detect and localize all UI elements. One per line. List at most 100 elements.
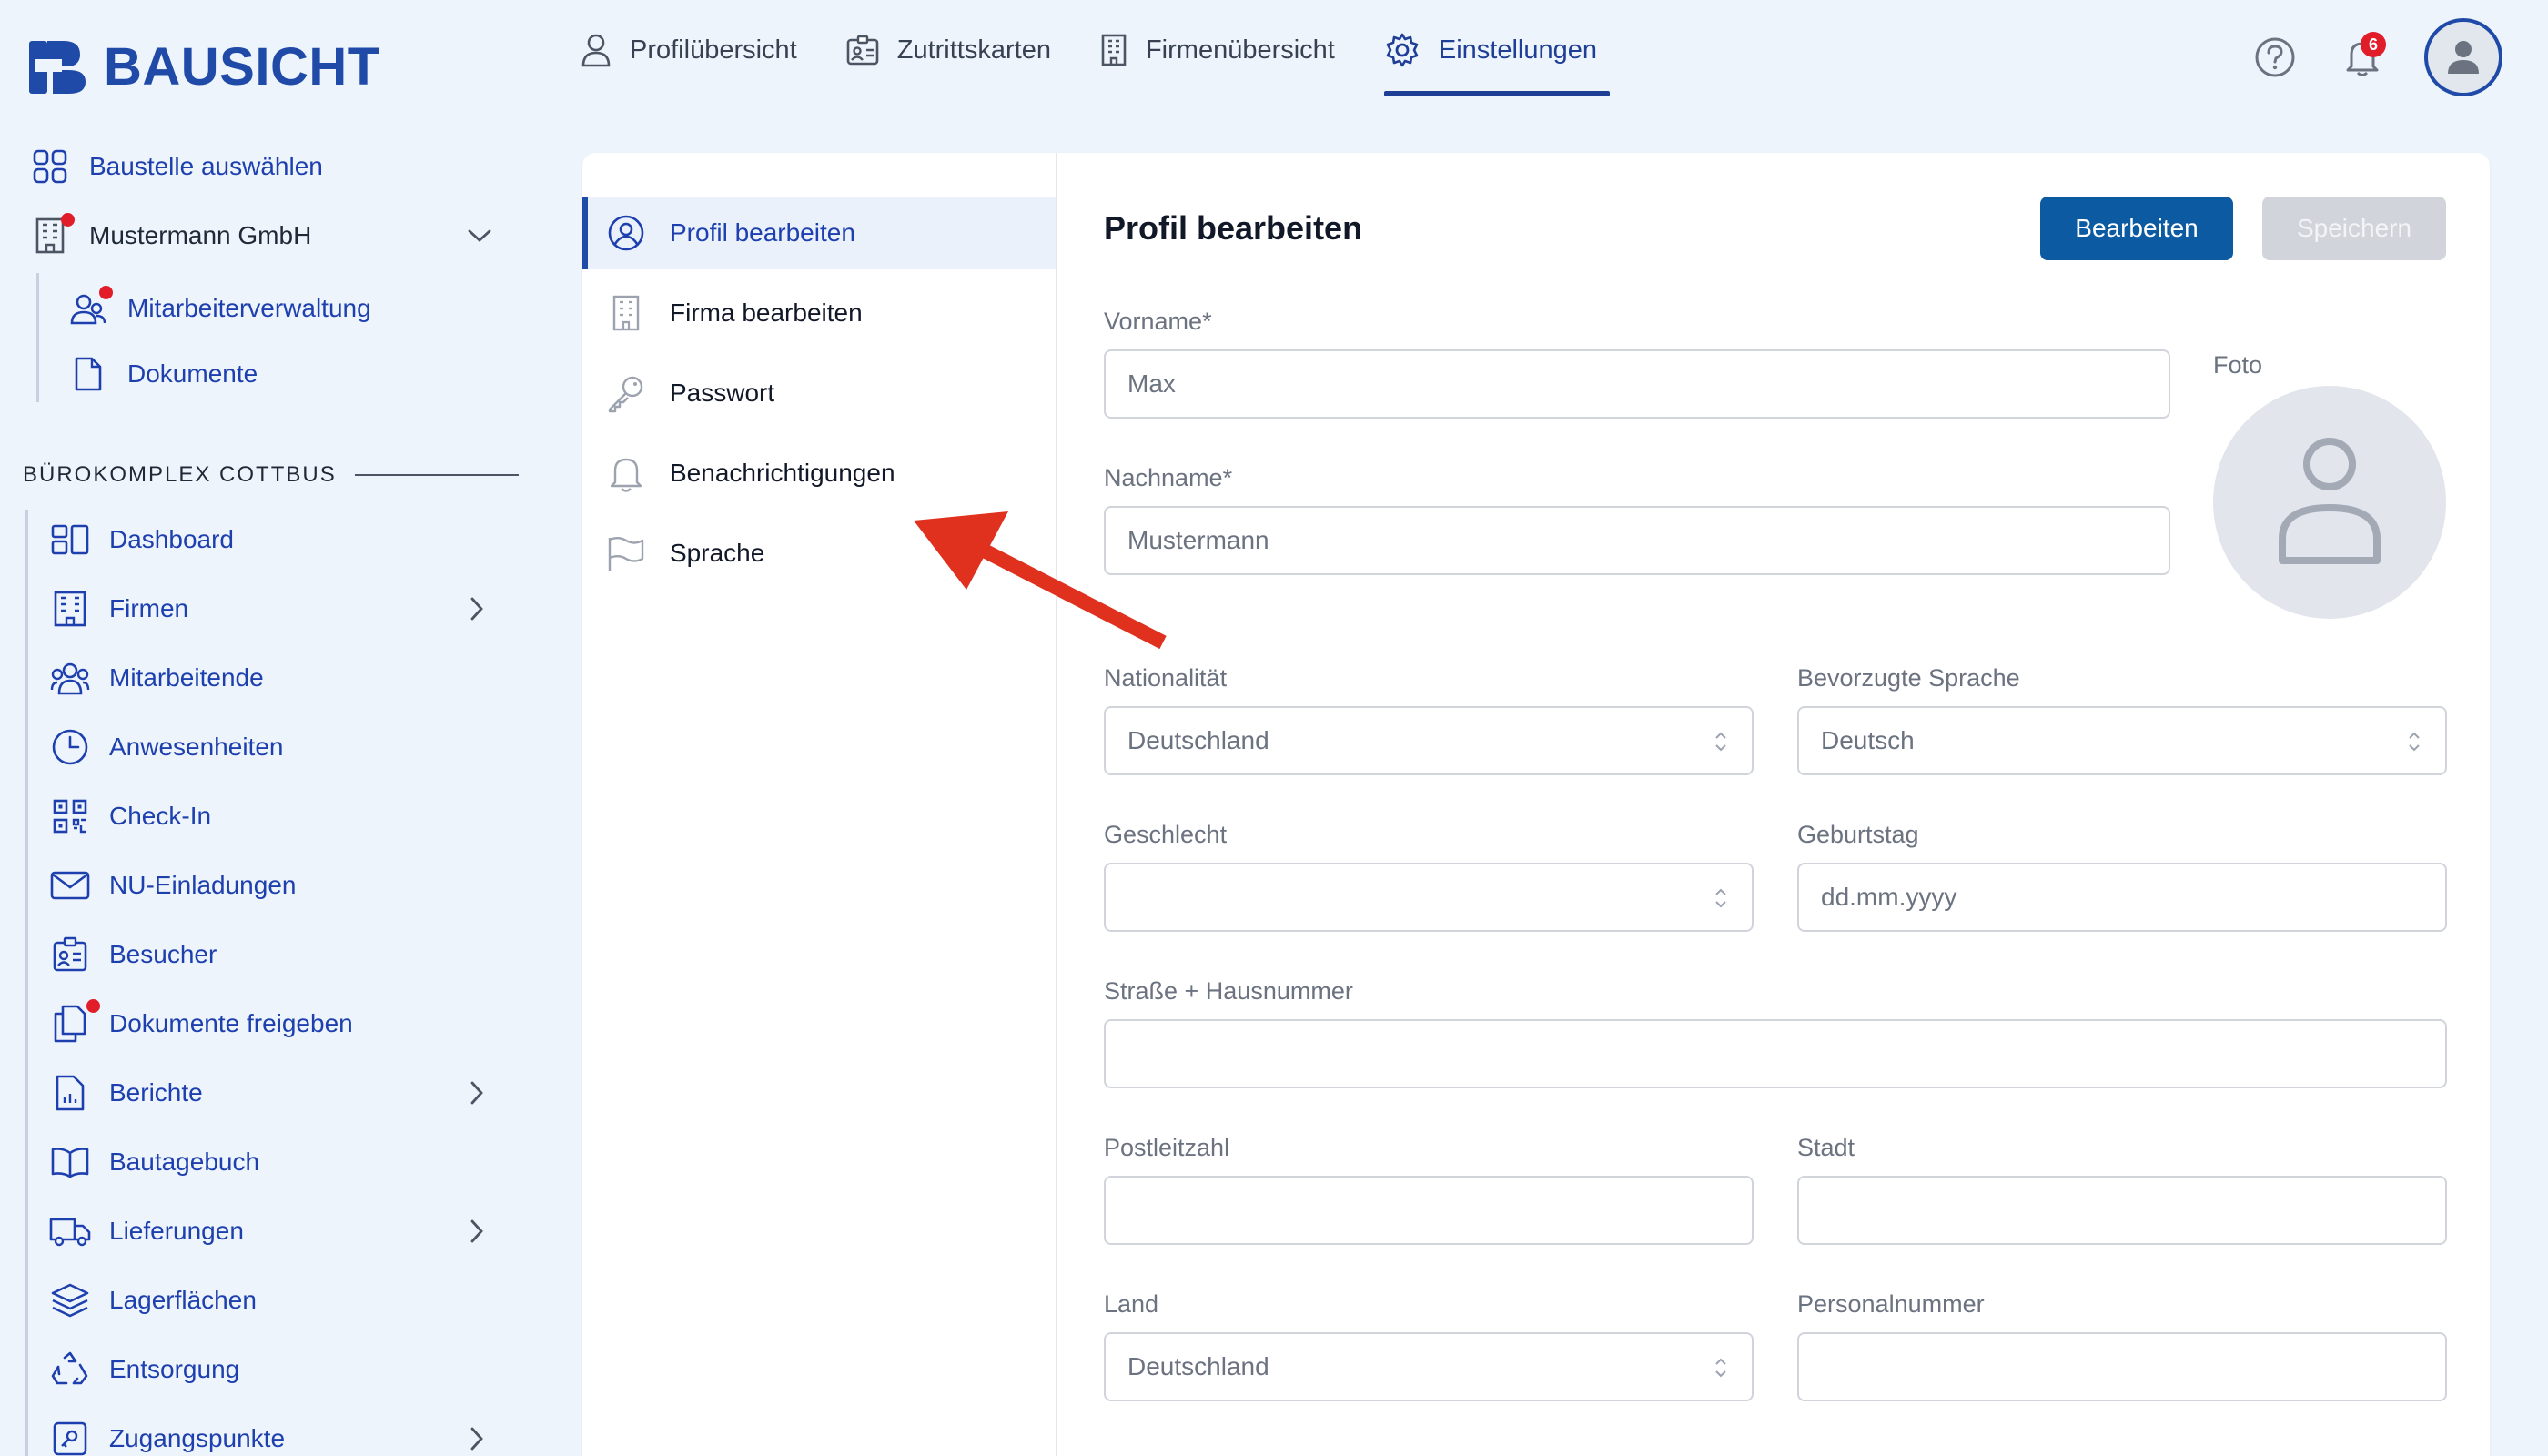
- sidebar-item-lieferungen[interactable]: Lieferungen: [49, 1210, 483, 1252]
- sidebar-select-site[interactable]: Baustelle auswählen: [29, 146, 323, 187]
- stadt-input[interactable]: [1797, 1176, 2447, 1245]
- select-arrows-icon: [1714, 730, 1728, 753]
- nachname-input[interactable]: Mustermann: [1104, 506, 2170, 575]
- sidebar-item-label: Anwesenheiten: [109, 733, 284, 761]
- select-arrows-icon: [1714, 886, 1728, 910]
- help-button[interactable]: [2250, 32, 2300, 83]
- chevron-right-icon[interactable]: [468, 1079, 486, 1107]
- sidebar-item-bautagebuch[interactable]: Bautagebuch: [49, 1141, 259, 1183]
- land-select[interactable]: Deutschland: [1104, 1332, 1754, 1401]
- building-icon: [606, 293, 646, 333]
- sidebar-item-label: Firmen: [109, 594, 189, 622]
- app-logo[interactable]: BAUSICHT: [27, 36, 380, 97]
- annotation-arrow: [910, 510, 1183, 664]
- sidebar-item-lagerflaechen[interactable]: Lagerflächen: [49, 1279, 257, 1321]
- chevron-right-icon[interactable]: [468, 1425, 486, 1452]
- settings-menu-passwort[interactable]: Passwort: [582, 357, 1056, 430]
- vorname-value: Max: [1127, 369, 1176, 398]
- sidebar-item-label: Mitarbeitende: [109, 663, 264, 692]
- sidebar-item-mitarbeitende[interactable]: Mitarbeitende: [49, 657, 264, 699]
- tab-profiluebersicht[interactable]: Profilübersicht: [581, 0, 797, 100]
- settings-menu-firma-bearbeiten[interactable]: Firma bearbeiten: [582, 277, 1056, 349]
- chevron-down-icon[interactable]: [466, 227, 493, 245]
- tab-label: Profilübersicht: [630, 35, 797, 65]
- nachname-label: Nachname*: [1104, 464, 1233, 491]
- truck-icon: [49, 1210, 91, 1252]
- sidebar-item-label: Lieferungen: [109, 1217, 244, 1245]
- users-alert-dot: [99, 286, 113, 299]
- sidebar-company[interactable]: Mustermann GmbH: [29, 213, 491, 257]
- user-circle-icon: [606, 213, 646, 253]
- tab-zutrittskarten[interactable]: Zutrittskarten: [846, 0, 1051, 100]
- nationalitaet-select[interactable]: Deutschland: [1104, 706, 1754, 775]
- help-icon: [2254, 36, 2296, 78]
- save-button[interactable]: Speichern: [2262, 197, 2446, 260]
- plz-input[interactable]: [1104, 1176, 1754, 1245]
- plz-label: Postleitzahl: [1104, 1134, 1230, 1161]
- person-icon: [581, 33, 612, 67]
- sidebar-item-berichte[interactable]: Berichte: [49, 1072, 483, 1114]
- submenu-guide-line: [36, 273, 39, 402]
- personalnummer-input[interactable]: [1797, 1332, 2447, 1401]
- chevron-right-icon[interactable]: [468, 595, 486, 622]
- profile-photo[interactable]: [2213, 386, 2446, 619]
- sidebar-item-anwesenheiten[interactable]: Anwesenheiten: [49, 726, 283, 768]
- sidebar-item-check-in[interactable]: Check-In: [49, 795, 211, 837]
- personalnummer-label: Personalnummer: [1797, 1290, 1985, 1318]
- sidebar-item-label: Mitarbeiterverwaltung: [127, 294, 371, 322]
- section-guide-line: [25, 510, 28, 1456]
- company-alert-dot: [61, 213, 75, 227]
- vorname-input[interactable]: Max: [1104, 349, 2170, 419]
- settings-menu-profil-bearbeiten[interactable]: Profil bearbeiten: [582, 197, 1056, 269]
- qr-code-icon: [49, 795, 91, 837]
- sidebar-item-dokumente[interactable]: Dokumente: [67, 353, 258, 395]
- notifications-button[interactable]: 6: [2337, 32, 2388, 83]
- tab-firmenuebersicht[interactable]: Firmenübersicht: [1100, 0, 1335, 100]
- vorname-label: Vorname*: [1104, 308, 1212, 335]
- layers-icon: [49, 1279, 91, 1321]
- settings-menu-benachrichtigungen[interactable]: Benachrichtigungen: [582, 437, 1056, 510]
- user-avatar-icon: [2445, 37, 2482, 77]
- land-label: Land: [1104, 1290, 1159, 1318]
- dashboard-icon: [49, 519, 91, 561]
- geschlecht-select[interactable]: [1104, 863, 1754, 932]
- sprache-select[interactable]: Deutsch: [1797, 706, 2447, 775]
- strasse-label: Straße + Hausnummer: [1104, 977, 1353, 1005]
- menu-item-label: Firma bearbeiten: [670, 298, 863, 327]
- edit-button[interactable]: Bearbeiten: [2040, 197, 2233, 260]
- avatar-placeholder-icon: [2277, 437, 2382, 568]
- geburtstag-label: Geburtstag: [1797, 821, 1919, 848]
- sidebar-item-dokumente-freigeben[interactable]: Dokumente freigeben: [49, 999, 353, 1045]
- geburtstag-input[interactable]: dd.mm.yyyy: [1797, 863, 2447, 932]
- building-icon: [29, 213, 75, 257]
- building-icon: [1100, 34, 1127, 66]
- select-arrows-icon: [1714, 1356, 1728, 1380]
- sidebar-item-nu-einladungen[interactable]: NU-Einladungen: [49, 864, 296, 906]
- sidebar-item-mitarbeiterverwaltung[interactable]: Mitarbeiterverwaltung: [67, 286, 371, 329]
- sidebar-item-entsorgung[interactable]: Entsorgung: [49, 1349, 239, 1390]
- tab-label: Einstellungen: [1438, 35, 1598, 65]
- sidebar-item-label: Entsorgung: [109, 1355, 240, 1383]
- sidebar-item-firmen[interactable]: Firmen: [49, 588, 483, 630]
- sidebar-item-label: Check-In: [109, 802, 212, 830]
- sidebar-item-label: Zugangspunkte: [109, 1424, 286, 1452]
- menu-item-label: Profil bearbeiten: [670, 218, 855, 247]
- bausicht-logo-icon: [27, 39, 87, 96]
- book-icon: [49, 1141, 91, 1183]
- document-icon: [67, 353, 109, 395]
- mail-icon: [49, 864, 91, 906]
- sidebar-item-dashboard[interactable]: Dashboard: [49, 519, 234, 561]
- documents-alert-dot: [86, 999, 100, 1013]
- settings-card: Profil bearbeiten Firma bearbeiten Passw…: [582, 153, 2490, 1456]
- menu-item-label: Sprache: [670, 539, 765, 567]
- sprache-value: Deutsch: [1821, 726, 1915, 754]
- tab-einstellungen[interactable]: Einstellungen: [1383, 0, 1611, 100]
- section-divider: [354, 474, 519, 476]
- sidebar-item-zugangspunkte[interactable]: Zugangspunkte: [49, 1418, 483, 1456]
- user-avatar[interactable]: [2424, 18, 2502, 96]
- strasse-input[interactable]: [1104, 1019, 2447, 1088]
- gear-icon: [1384, 32, 1421, 68]
- chevron-right-icon[interactable]: [468, 1218, 486, 1245]
- form-title: Profil bearbeiten: [1104, 209, 1363, 247]
- sidebar-item-besucher[interactable]: Besucher: [49, 934, 217, 976]
